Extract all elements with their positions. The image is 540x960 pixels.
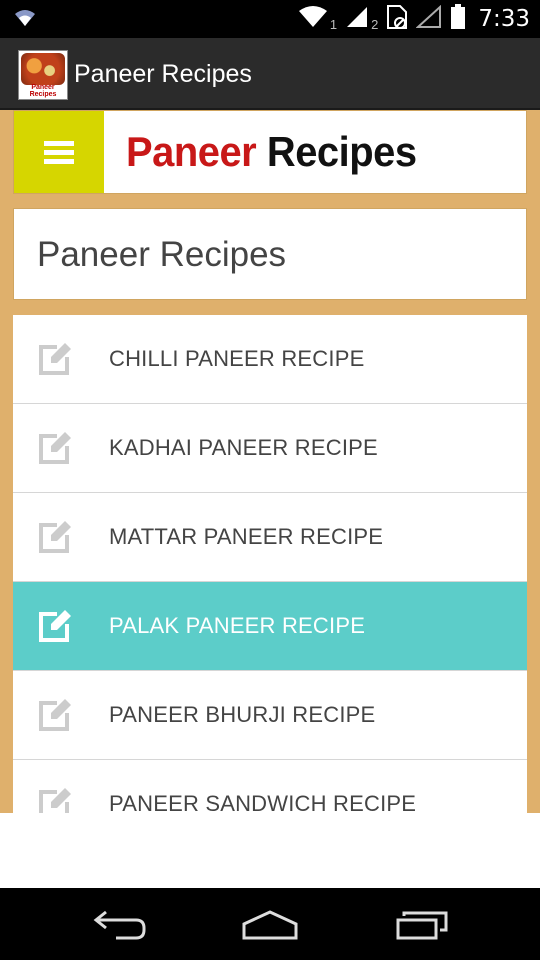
header-banner: Paneer Recipes	[13, 110, 527, 194]
navigation-bar	[0, 888, 540, 960]
ad-space	[0, 813, 540, 888]
signal-icon	[345, 5, 369, 34]
content-area: Paneer Recipes Paneer Recipes CHILLI PAN…	[0, 110, 540, 813]
edit-icon	[37, 697, 73, 733]
banner-word-paneer: Paneer	[126, 128, 257, 175]
back-icon[interactable]	[92, 908, 148, 947]
recipe-item-paneer-bhurji[interactable]: PANEER BHURJI RECIPE	[13, 671, 527, 760]
banner-word-recipes: Recipes	[266, 128, 417, 175]
app-icon-caption: Paneer Recipes	[29, 84, 57, 98]
recipe-label: PANEER BHURJI RECIPE	[109, 702, 376, 727]
action-bar-title: Paneer Recipes	[74, 60, 252, 88]
recipe-label: PALAK PANEER RECIPE	[109, 613, 366, 638]
home-icon[interactable]	[240, 908, 300, 947]
menu-button[interactable]	[14, 111, 104, 193]
edit-icon	[37, 341, 73, 377]
battery-icon	[450, 3, 466, 35]
recent-apps-icon[interactable]	[394, 908, 450, 947]
recipe-item-palak-paneer[interactable]: PALAK PANEER RECIPE	[13, 582, 527, 671]
paneer-dish-image	[21, 53, 65, 85]
recipe-item-kadhai-paneer[interactable]: KADHAI PANEER RECIPE	[13, 404, 527, 493]
app-icon[interactable]: Paneer Recipes	[18, 50, 68, 100]
recipe-label: PANEER SANDWICH RECIPE	[109, 791, 417, 813]
action-bar: Paneer Recipes Paneer Recipes	[0, 38, 540, 110]
edit-icon	[37, 430, 73, 466]
recipe-item-mattar-paneer[interactable]: MATTAR PANEER RECIPE	[13, 493, 527, 582]
recipe-label: KADHAI PANEER RECIPE	[109, 435, 378, 460]
edit-icon	[37, 786, 73, 813]
sim1-label: 1	[329, 16, 338, 32]
clock: 7:33	[478, 6, 530, 32]
recipe-list: CHILLI PANEER RECIPE KADHAI PANEER RECIP…	[13, 315, 527, 813]
page-title: Paneer Recipes	[37, 235, 287, 274]
recipe-item-chilli-paneer[interactable]: CHILLI PANEER RECIPE	[13, 315, 527, 404]
recipe-item-paneer-sandwich[interactable]: PANEER SANDWICH RECIPE	[13, 760, 527, 813]
no-sim-icon	[386, 4, 408, 35]
recipe-label: CHILLI PANEER RECIPE	[109, 346, 365, 371]
edit-icon	[37, 519, 73, 555]
wifi-icon	[14, 8, 36, 33]
page-heading-card: Paneer Recipes	[13, 208, 527, 300]
edit-icon	[37, 608, 73, 644]
banner-logo-text: Paneer Recipes	[126, 119, 417, 185]
signal-empty-icon	[415, 4, 442, 34]
status-bar: 1 2 7:33	[0, 0, 540, 38]
hamburger-icon	[44, 137, 74, 168]
wifi-icon	[298, 5, 328, 34]
sim2-label: 2	[371, 16, 379, 32]
recipe-label: MATTAR PANEER RECIPE	[109, 524, 384, 549]
